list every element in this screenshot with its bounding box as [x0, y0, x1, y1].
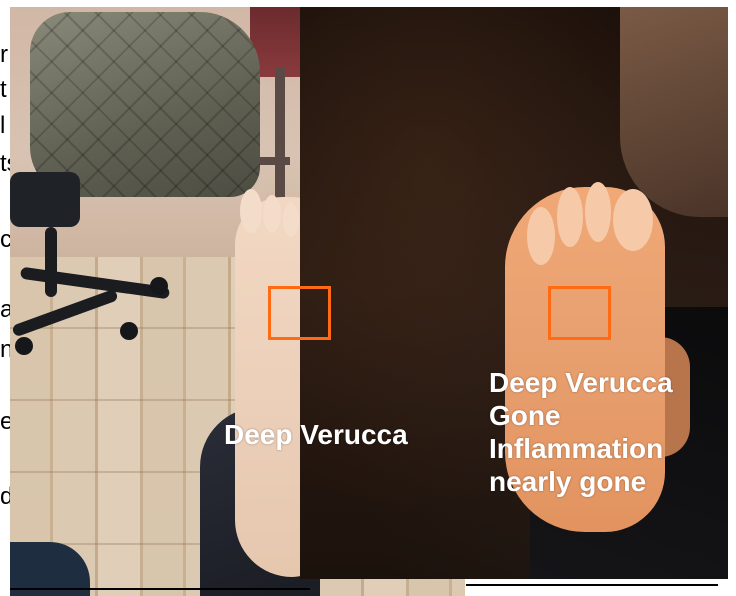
- divider-line: [10, 588, 310, 590]
- jacket: [30, 12, 260, 197]
- toe: [527, 207, 555, 265]
- chair-leg: [45, 227, 57, 297]
- arm: [620, 7, 728, 217]
- caption-before: Deep Verucca: [224, 419, 408, 450]
- office-chair: [10, 172, 80, 227]
- chair-wheel: [150, 277, 168, 295]
- divider-line: [466, 584, 718, 586]
- caption-after: Deep Verucca Gone Inflammation nearly go…: [489, 366, 673, 498]
- chair-wheel: [120, 322, 138, 340]
- toe: [613, 189, 653, 251]
- caption-after-line: nearly gone: [489, 466, 647, 497]
- caption-after-line: Inflammation: [489, 433, 664, 464]
- toe: [263, 195, 281, 233]
- toe: [557, 187, 583, 247]
- toe: [283, 203, 299, 237]
- verucca-marker-before: [268, 286, 331, 340]
- toe: [585, 182, 611, 242]
- verucca-marker-after: [548, 286, 611, 340]
- desk-leg: [275, 67, 285, 207]
- toe: [240, 189, 262, 233]
- caption-after-line: Gone: [489, 400, 561, 431]
- chair-wheel: [15, 337, 33, 355]
- caption-after-line: Deep Verucca: [489, 367, 673, 398]
